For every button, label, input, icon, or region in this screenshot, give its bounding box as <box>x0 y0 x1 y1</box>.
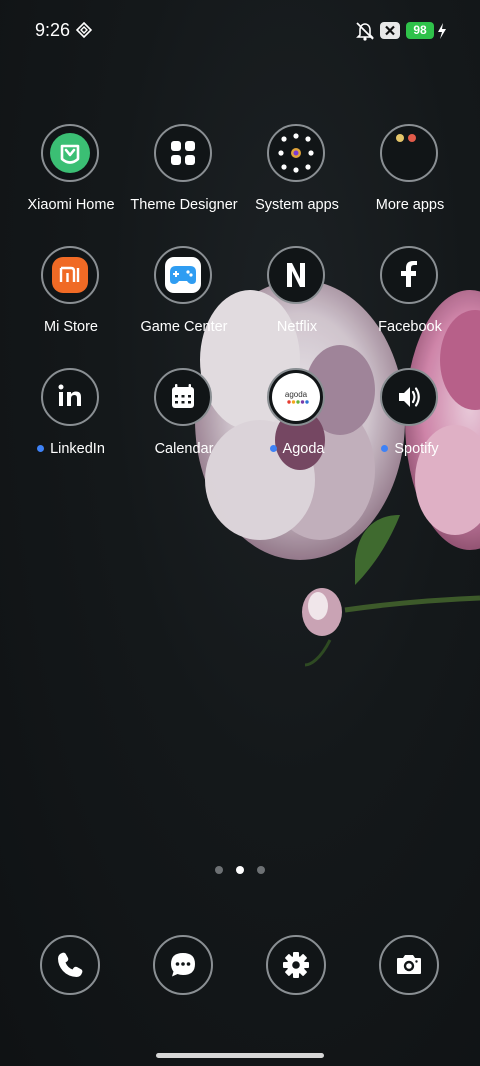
folder-more-apps[interactable]: More apps <box>350 124 470 234</box>
game-center-controller-icon <box>165 257 201 293</box>
app-theme-designer[interactable]: Theme Designer <box>124 124 244 234</box>
camera-icon <box>397 955 421 974</box>
settings-gear-icon <box>283 952 309 978</box>
status-bar: 9:26 98 <box>0 0 480 62</box>
agoda-icon: agoda <box>272 373 320 421</box>
notification-dot <box>381 444 389 452</box>
page-dot <box>215 866 223 874</box>
app-xiaomi-home[interactable]: Xiaomi Home <box>11 124 131 234</box>
vpn-diamond-icon <box>76 22 92 38</box>
facebook-f-icon <box>401 261 417 287</box>
mute-icon <box>356 22 374 41</box>
folder-system-apps[interactable]: System apps <box>237 124 357 234</box>
dock-settings-button[interactable] <box>266 935 326 995</box>
page-indicator <box>212 866 272 876</box>
app-netflix[interactable]: Netflix <box>237 246 357 356</box>
page-dot-active <box>236 866 244 874</box>
app-label: Netflix <box>276 319 318 335</box>
dock-phone-button[interactable] <box>40 935 100 995</box>
app-label: Game Center <box>140 319 228 335</box>
app-label: Spotify <box>394 441 439 457</box>
app-label: Mi Store <box>44 319 98 335</box>
dock-messages-button[interactable] <box>153 935 213 995</box>
gesture-home-bar[interactable] <box>156 1053 324 1058</box>
app-label: Xiaomi Home <box>27 197 115 213</box>
app-label: Calendar <box>154 441 214 457</box>
netflix-n-icon <box>287 263 305 287</box>
app-label: Facebook <box>378 319 442 335</box>
phone-icon <box>58 952 83 977</box>
app-label: Agoda <box>282 441 325 457</box>
calendar-icon <box>172 384 194 408</box>
app-linkedin[interactable]: LinkedIn <box>11 368 131 478</box>
app-game-center[interactable]: Game Center <box>124 246 244 356</box>
xiaomi-home-icon <box>50 133 90 173</box>
app-label: System apps <box>255 197 339 213</box>
app-spotify[interactable]: Spotify <box>350 368 470 478</box>
notification-dot <box>269 444 277 452</box>
x-close-box-icon <box>380 22 400 39</box>
app-mi-store[interactable]: Mi Store <box>11 246 131 356</box>
status-time: 9:26 <box>35 20 71 40</box>
home-screen: 9:26 98 Xiaomi Home Theme Designer Syste… <box>0 0 480 1066</box>
mi-store-icon <box>52 257 88 293</box>
battery-indicator: 98 <box>406 22 434 39</box>
agoda-logo-text: agoda <box>285 390 308 399</box>
app-calendar[interactable]: Calendar <box>124 368 244 478</box>
notification-dot <box>37 444 45 452</box>
page-dot <box>257 866 265 874</box>
folder-system-apps-icon <box>278 133 314 173</box>
theme-designer-grid-icon <box>171 141 195 165</box>
linkedin-icon <box>58 384 81 406</box>
app-agoda[interactable]: agoda Agoda <box>237 368 357 478</box>
app-label: Theme Designer <box>130 197 238 213</box>
app-label: LinkedIn <box>50 441 105 457</box>
app-label: More apps <box>375 197 445 213</box>
dock-camera-button[interactable] <box>379 935 439 995</box>
spotify-speaker-icon <box>399 387 420 407</box>
messages-icon <box>171 953 195 977</box>
folder-more-apps-icon <box>396 134 416 142</box>
app-facebook[interactable]: Facebook <box>350 246 470 356</box>
charging-bolt-icon <box>438 23 446 39</box>
